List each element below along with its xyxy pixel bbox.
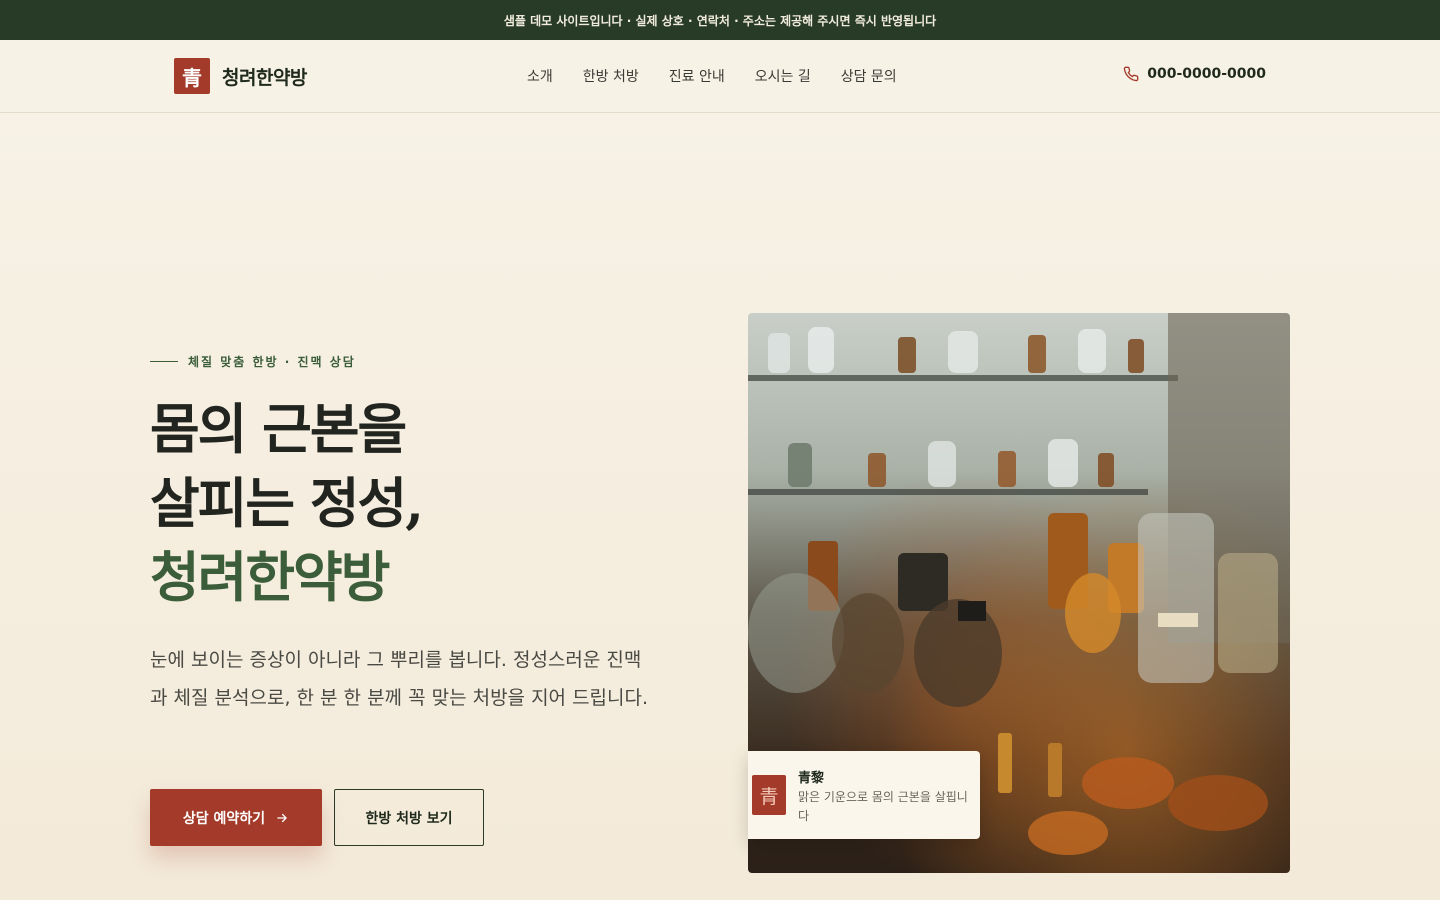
- phone-link[interactable]: 000-0000-0000: [1123, 66, 1266, 82]
- book-consultation-label: 상담 예약하기: [182, 810, 266, 827]
- hero-headline: 몸의 근본을 살피는 정성, 청려한약방: [150, 392, 710, 614]
- headline-line-2: 살피는 정성,: [150, 471, 424, 535]
- nav-item-clinic-info[interactable]: 진료 안내: [669, 66, 725, 86]
- logo-mark: 青: [174, 58, 210, 94]
- announcement-text: 샘플 데모 사이트입니다 · 실제 상호 · 연락처 · 주소는 제공해 주시면…: [503, 13, 937, 28]
- phone-number: 000-0000-0000: [1147, 66, 1266, 82]
- caption-text: 맑은 기운으로 몸의 근본을 살핍니다: [798, 790, 968, 823]
- nav-item-contact[interactable]: 상담 문의: [841, 66, 897, 86]
- logo-text: 청려한약방: [222, 66, 307, 89]
- image-caption-card: 青 青黎 맑은 기운으로 몸의 근본을 살핍니다: [748, 751, 980, 839]
- eyebrow-line: [150, 361, 178, 362]
- headline-accent: 청려한약방: [150, 545, 390, 609]
- view-prescriptions-button[interactable]: 한방 처방 보기: [334, 789, 484, 846]
- nav-item-directions[interactable]: 오시는 길: [755, 66, 811, 86]
- site-header: 青 청려한약방 소개 한방 처방 진료 안내 오시는 길 상담 문의 000-0…: [0, 40, 1440, 113]
- arrow-right-icon: [277, 813, 287, 822]
- view-prescriptions-label: 한방 처방 보기: [365, 810, 453, 827]
- main-nav: 소개 한방 처방 진료 안내 오시는 길 상담 문의: [527, 66, 897, 86]
- hero-description: 눈에 보이는 증상이 아니라 그 뿌리를 봅니다. 정성스러운 진맥과 체질 분…: [150, 649, 649, 709]
- nav-item-prescriptions[interactable]: 한방 처방: [583, 66, 639, 86]
- headline-line-1: 몸의 근본을: [150, 397, 407, 461]
- nav-item-about[interactable]: 소개: [527, 66, 553, 86]
- caption-mark: 青: [752, 775, 786, 815]
- caption-title: 青黎: [798, 771, 825, 786]
- eyebrow-text: 체질 맞춤 한방 · 진맥 상담: [188, 355, 356, 369]
- book-consultation-button[interactable]: 상담 예약하기: [150, 789, 322, 846]
- phone-icon: [1123, 66, 1139, 82]
- announcement-bar: 샘플 데모 사이트입니다 · 실제 상호 · 연락처 · 주소는 제공해 주시면…: [0, 0, 1440, 40]
- hero-eyebrow: 체질 맞춤 한방 · 진맥 상담: [150, 353, 356, 370]
- site-logo[interactable]: 青 청려한약방: [174, 58, 307, 94]
